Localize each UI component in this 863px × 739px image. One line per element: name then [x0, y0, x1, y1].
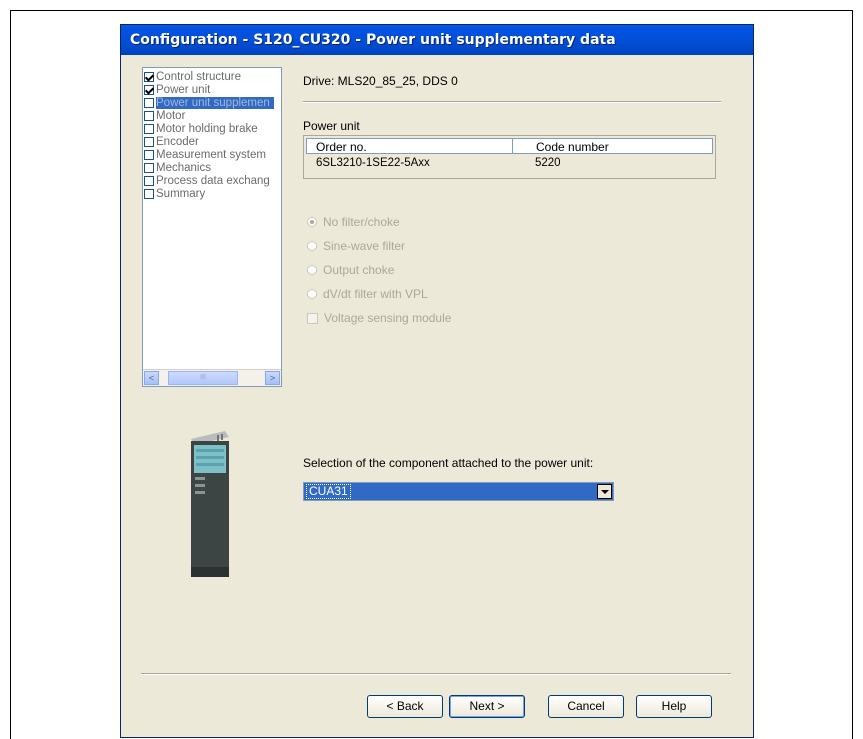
- tree-item-encoder[interactable]: Encoder: [144, 135, 199, 148]
- back-button[interactable]: < Back: [367, 695, 443, 718]
- checkbox-icon: [144, 123, 154, 134]
- separator: [303, 101, 721, 103]
- checkbox-icon: [144, 97, 154, 108]
- tree-item-motor[interactable]: Motor: [144, 109, 185, 122]
- dialog-title: Configuration - S120_CU320 - Power unit …: [121, 25, 753, 55]
- power-unit-device-image: [191, 431, 229, 577]
- table-header: Order no. Code number: [306, 138, 713, 154]
- cell-order-no: 6SL3210-1SE22-5Axx: [316, 157, 430, 169]
- chevron-down-icon[interactable]: [597, 484, 612, 499]
- radio-icon: [307, 289, 317, 299]
- column-order-no[interactable]: Order no.: [316, 140, 367, 154]
- radio-no-filter[interactable]: No filter/choke: [307, 215, 400, 229]
- tree-item-summary[interactable]: Summary: [144, 187, 205, 200]
- radio-output-choke[interactable]: Output choke: [307, 263, 394, 277]
- scroll-left-icon[interactable]: <: [144, 371, 159, 385]
- checkbox-icon: [144, 84, 154, 95]
- wizard-step-tree[interactable]: Control structure Power unit Power unit …: [142, 67, 282, 387]
- separator: [141, 673, 731, 675]
- tree-item-control-structure[interactable]: Control structure: [144, 70, 241, 83]
- tree-item-motor-holding-brake[interactable]: Motor holding brake: [144, 122, 258, 135]
- radio-icon: [307, 217, 317, 227]
- tree-item-power-unit[interactable]: Power unit: [144, 83, 210, 96]
- checkbox-icon: [144, 149, 154, 160]
- power-unit-table: Order no. Code number 6SL3210-1SE22-5Axx…: [303, 135, 716, 179]
- checkbox-icon: [307, 312, 318, 324]
- tree-horizontal-scrollbar[interactable]: < III >: [143, 369, 281, 386]
- cancel-button[interactable]: Cancel: [548, 695, 624, 718]
- checkbox-icon: [144, 136, 154, 147]
- power-unit-heading: Power unit: [303, 119, 360, 133]
- column-code-number[interactable]: Code number: [536, 140, 609, 154]
- drive-label: Drive: MLS20_85_25, DDS 0: [303, 74, 458, 88]
- radio-icon: [307, 241, 317, 251]
- scroll-thumb[interactable]: III: [168, 371, 238, 385]
- tree-item-process-data-exchange[interactable]: Process data exchang: [144, 174, 270, 187]
- checkbox-voltage-sensing-module[interactable]: Voltage sensing module: [307, 311, 451, 325]
- checkbox-icon: [144, 110, 154, 121]
- component-select[interactable]: CUA31: [303, 482, 614, 501]
- radio-icon: [307, 265, 317, 275]
- component-selection-label: Selection of the component attached to t…: [303, 456, 594, 470]
- tree-item-measurement-system[interactable]: Measurement system: [144, 148, 266, 161]
- checkbox-icon: [144, 71, 154, 82]
- column-divider: [512, 138, 513, 154]
- tree-item-mechanics[interactable]: Mechanics: [144, 161, 211, 174]
- radio-sine-wave-filter[interactable]: Sine-wave filter: [307, 239, 405, 253]
- checkbox-icon: [144, 175, 154, 186]
- component-select-value: CUA31: [306, 484, 351, 499]
- checkbox-icon: [144, 188, 154, 199]
- scroll-right-icon[interactable]: >: [265, 371, 280, 385]
- checkbox-icon: [144, 162, 154, 173]
- radio-dvdt-filter[interactable]: dV/dt filter with VPL: [307, 287, 428, 301]
- next-button[interactable]: Next >: [449, 695, 525, 718]
- tree-item-power-unit-supplementary[interactable]: Power unit supplemen: [144, 96, 274, 109]
- configuration-dialog: Configuration - S120_CU320 - Power unit …: [120, 24, 754, 738]
- help-button[interactable]: Help: [636, 695, 712, 718]
- cell-code-number: 5220: [535, 157, 561, 169]
